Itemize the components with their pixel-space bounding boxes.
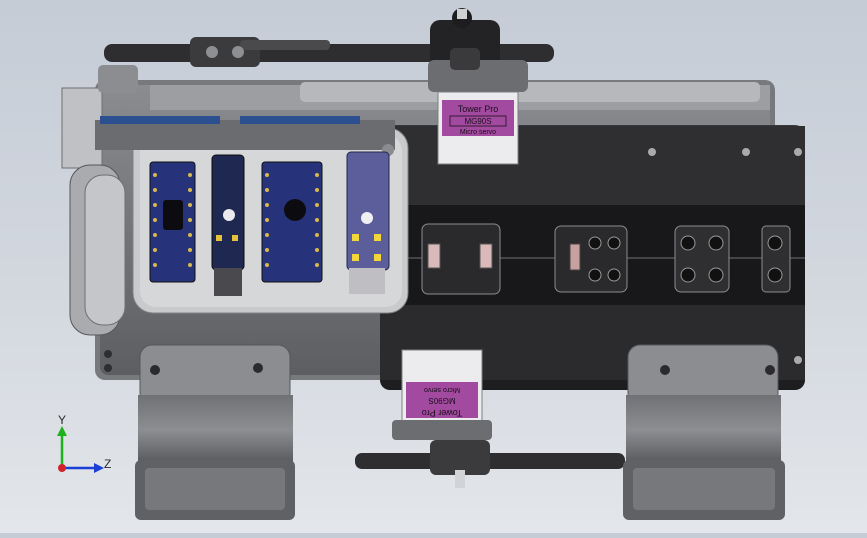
coordinate-axes-icon	[57, 426, 104, 473]
lower-arm-linkage[interactable]	[355, 440, 625, 488]
servo-top-model: MG90S	[464, 117, 491, 126]
servo-top-brand: Tower Pro	[458, 104, 499, 114]
cad-viewport[interactable]: Tower Pro MG90S Micro servo Tower Pro MG…	[0, 0, 867, 533]
servo-bottom[interactable]: Tower Pro MG90S Micro servo	[392, 349, 492, 440]
servo-bottom-type: Micro servo	[424, 386, 460, 393]
axis-y-label: Y	[58, 413, 67, 427]
foot-left[interactable]	[135, 344, 295, 520]
servo-bottom-model: MG90S	[428, 396, 455, 405]
microcontroller-board-right[interactable]	[261, 161, 323, 283]
robot-assembly-model[interactable]: Tower Pro MG90S Micro servo Tower Pro MG…	[0, 0, 867, 533]
servo-top-type: Micro servo	[460, 129, 496, 136]
axis-z-label: Z	[104, 457, 112, 471]
motor-driver-module-left[interactable]	[211, 154, 245, 296]
foot-right[interactable]	[623, 344, 785, 520]
microcontroller-board-left[interactable]	[149, 161, 196, 283]
motor-driver-module-right[interactable]	[346, 151, 390, 294]
servo-bottom-brand: Tower Pro	[422, 408, 463, 418]
servo-top[interactable]: Tower Pro MG90S Micro servo	[428, 48, 528, 165]
